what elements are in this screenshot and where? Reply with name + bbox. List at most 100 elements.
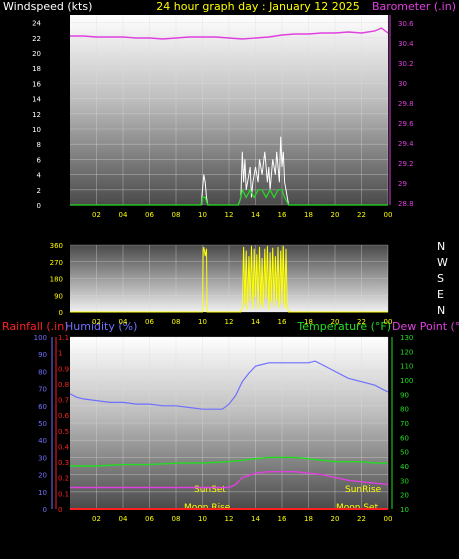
x-tick-label: 22 [357, 318, 366, 326]
x-tick-label: 18 [304, 318, 313, 326]
x-tick-label: 12 [225, 211, 234, 219]
humidity-tick-label: 40 [38, 437, 47, 445]
x-tick-label: 18 [304, 211, 313, 219]
weather-charts: Windspeed (kts) 24 hour graph day : Janu… [2, 0, 459, 523]
direction-tick-label: 360 [50, 242, 63, 250]
rainfall-tick-label: 0.3 [58, 459, 69, 467]
humidity-tick-label: 0 [43, 506, 47, 514]
x-tick-label: 10 [198, 515, 207, 523]
windspeed-tick-label: 8 [37, 141, 41, 149]
humidity-tick-label: 90 [38, 351, 47, 359]
x-tick-label: 06 [145, 515, 154, 523]
x-tick-label: 04 [119, 318, 128, 326]
rainfall-tick-label: 0.2 [58, 475, 69, 483]
rainfall-tick-label: 0.6 [58, 412, 70, 420]
weather-graph-page: Windspeed (kts) 24 hour graph day : Janu… [0, 0, 459, 555]
temperature-tick-label: 110 [400, 363, 413, 371]
chart-title: 24 hour graph day : January 12 2025 [156, 0, 360, 13]
x-tick-label: 12 [225, 515, 234, 523]
x-tick-label: 16 [278, 318, 287, 326]
rainfall-tick-label: 1 [58, 350, 62, 358]
barometer-tick-label: 30.2 [398, 60, 414, 68]
rainfall-tick-label: 0.7 [58, 397, 69, 405]
humidity-tick-label: 30 [38, 454, 47, 462]
x-tick-label: 10 [198, 211, 207, 219]
direction-tick-label: 0 [59, 309, 63, 317]
x-tick-label: 08 [172, 318, 181, 326]
barometer-tick-label: 29.2 [398, 160, 414, 168]
x-tick-label: 12 [225, 318, 234, 326]
x-tick-label: 14 [251, 318, 260, 326]
direction-tick-label: 180 [50, 276, 63, 284]
temperature-tick-label: 90 [400, 391, 409, 399]
humidity-tick-label: 20 [38, 472, 47, 480]
rainfall-tick-label: 0.1 [58, 490, 69, 498]
windspeed-tick-label: 2 [37, 187, 41, 195]
x-tick-label: 08 [172, 211, 181, 219]
windspeed-tick-label: 22 [32, 35, 41, 43]
humidity-tick-label: 100 [34, 334, 47, 342]
direction-tick-label: 90 [54, 292, 63, 300]
rainfall-tick-label: 0.4 [58, 443, 70, 451]
barometer-tick-label: 29 [398, 180, 407, 188]
barometer-tick-label: 29.4 [398, 140, 414, 148]
barometer-tick-label: 30.4 [398, 40, 414, 48]
dewpoint-axis-label: Dew Point (°F) [392, 320, 459, 333]
x-tick-label: 16 [278, 211, 287, 219]
temperature-tick-label: 50 [400, 449, 409, 457]
windspeed-tick-label: 24 [32, 20, 41, 28]
temperature-tick-label: 120 [400, 348, 413, 356]
humidity-tick-label: 60 [38, 403, 47, 411]
windspeed-tick-label: 4 [37, 172, 42, 180]
x-tick-label: 14 [251, 211, 260, 219]
x-tick-label: 04 [119, 515, 128, 523]
windspeed-tick-label: 0 [37, 202, 41, 210]
x-tick-label: 14 [251, 515, 260, 523]
barometer-tick-label: 29.6 [398, 120, 414, 128]
temperature-tick-label: 60 [400, 434, 409, 442]
windspeed-tick-label: 6 [37, 156, 42, 164]
barometer-tick-label: 28.8 [398, 200, 414, 208]
x-tick-label: 08 [172, 515, 181, 523]
temperature-tick-label: 70 [400, 420, 409, 428]
barometer-tick-label: 30.6 [398, 20, 414, 28]
temperature-tick-label: 80 [400, 406, 409, 414]
x-tick-label: 02 [92, 211, 101, 219]
rainfall-tick-label: 1.1 [58, 334, 69, 342]
x-tick-label: 02 [92, 515, 101, 523]
x-tick-label: 20 [331, 211, 340, 219]
x-tick-label: 22 [357, 211, 366, 219]
rainfall-tick-label: 0 [58, 506, 62, 514]
compass-label-w: W [437, 256, 448, 269]
compass-label-n-top: N [437, 240, 445, 253]
sunrise-label: SunRise [345, 485, 382, 495]
x-tick-label: 18 [304, 515, 313, 523]
windspeed-tick-label: 10 [32, 126, 41, 134]
windspeed-axis-label: Windspeed (kts) [3, 0, 92, 13]
x-tick-label: 20 [331, 318, 340, 326]
x-tick-label: 02 [92, 318, 101, 326]
x-tick-label: 10 [198, 318, 207, 326]
rainfall-tick-label: 0.9 [58, 365, 69, 373]
rainfall-axis-label: Rainfall (.in) [2, 320, 69, 333]
x-tick-label: 00 [384, 515, 393, 523]
compass-label-n-bottom: N [437, 304, 445, 317]
x-tick-label: 00 [384, 211, 393, 219]
x-tick-label: 06 [145, 318, 154, 326]
sunset-label: SunSet [194, 485, 226, 495]
windspeed-tick-label: 14 [32, 96, 41, 104]
x-tick-label: 00 [384, 318, 393, 326]
barometer-axis-label: Barometer (.in) [372, 0, 456, 13]
temperature-tick-label: 40 [400, 463, 409, 471]
direction-tick-label: 270 [50, 259, 63, 267]
compass-label-s: S [437, 272, 444, 285]
x-tick-label: 04 [119, 211, 128, 219]
humidity-tick-label: 50 [38, 420, 47, 428]
x-tick-label: 16 [278, 515, 287, 523]
rainfall-tick-label: 0.5 [58, 428, 69, 436]
temperature-tick-label: 10 [400, 506, 409, 514]
x-tick-label: 06 [145, 211, 154, 219]
windspeed-tick-label: 18 [32, 65, 41, 73]
humidity-tick-label: 80 [38, 368, 47, 376]
temperature-tick-label: 20 [400, 492, 409, 500]
